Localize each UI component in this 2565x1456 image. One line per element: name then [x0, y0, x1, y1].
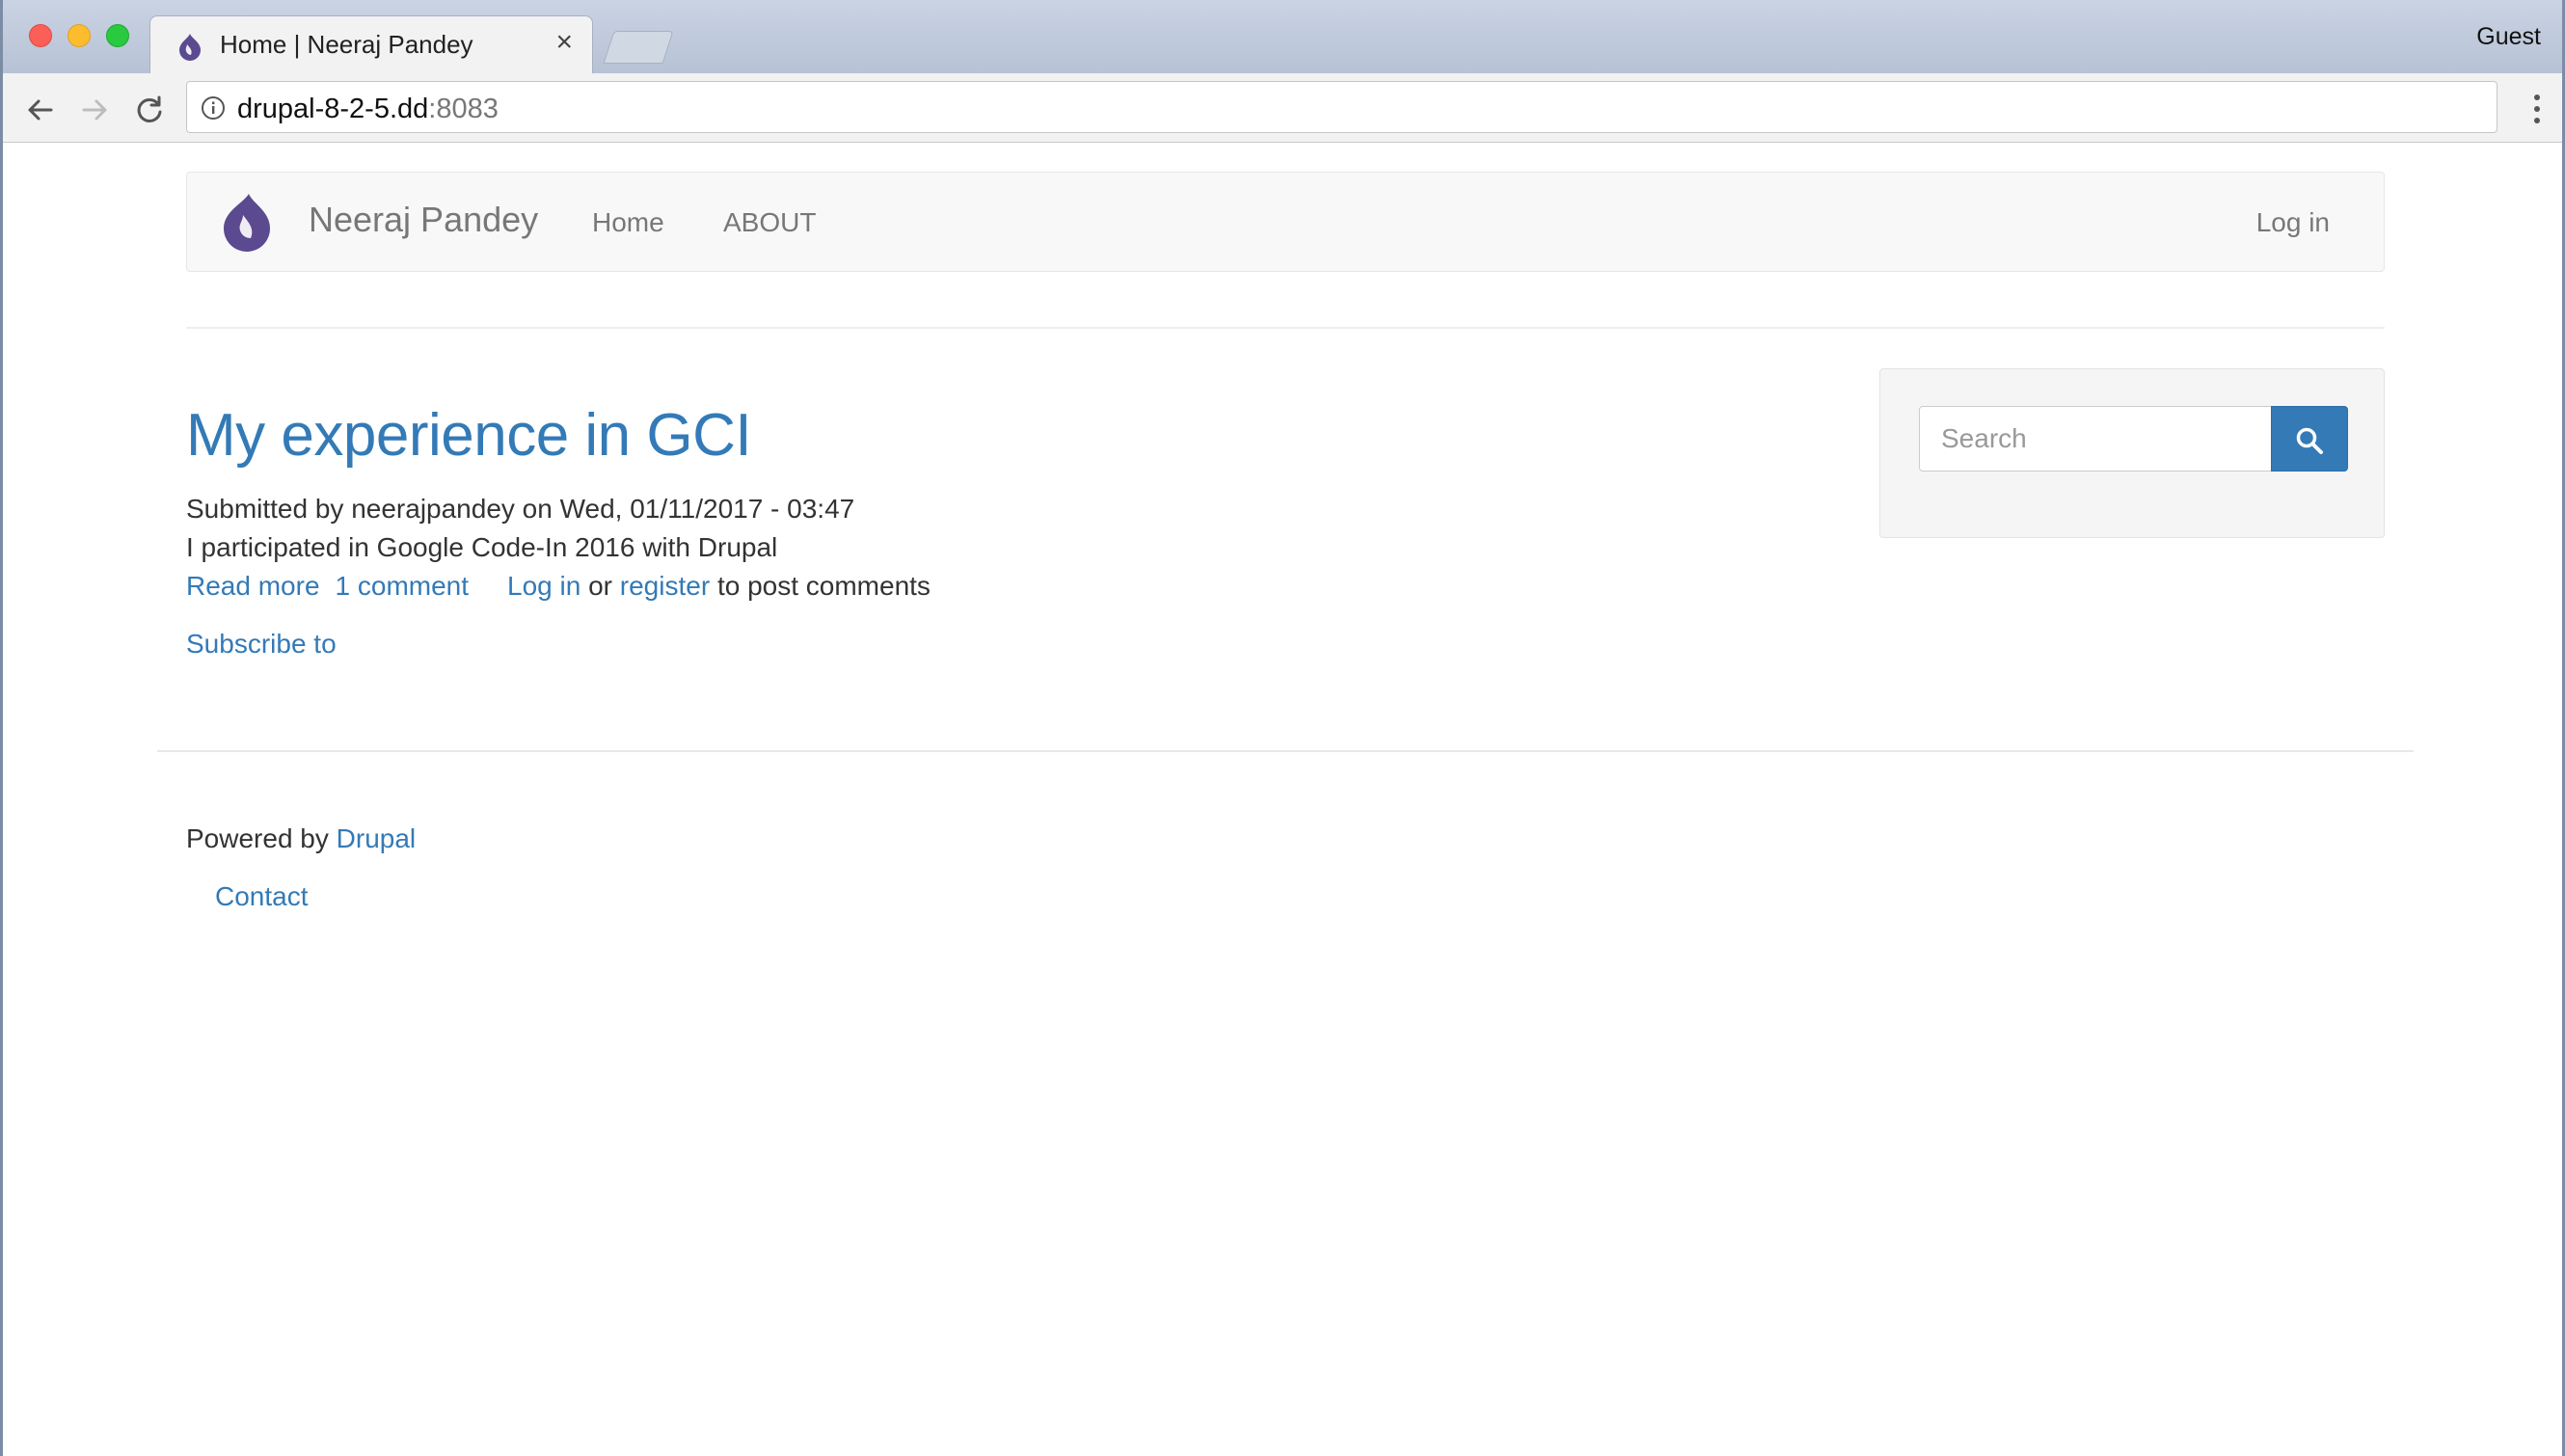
post-comments-text: to post comments: [716, 571, 931, 601]
reload-icon[interactable]: [132, 93, 167, 127]
article-links: Read more 1 comment Log in or register to …: [186, 571, 931, 602]
page-content: Neeraj Pandey Home ABOUT Log in My exper…: [3, 143, 2562, 1456]
address-bar[interactable]: drupal-8-2-5.dd:8083: [186, 81, 2498, 133]
profile-button[interactable]: Guest: [2476, 23, 2541, 51]
tab-close-icon[interactable]: ×: [555, 28, 573, 57]
drupal-drop-icon: [179, 34, 201, 61]
read-more-link[interactable]: Read more: [186, 571, 320, 601]
nav-home-link[interactable]: Home: [592, 207, 664, 238]
or-text: or: [588, 571, 612, 601]
tab-strip: Home | Neeraj Pandey × Guest: [3, 0, 2562, 73]
search-input[interactable]: [1919, 406, 2272, 472]
site-navbar: Neeraj Pandey Home ABOUT Log in: [186, 172, 2385, 272]
subscribe-link[interactable]: Subscribe to: [186, 629, 337, 660]
drupal-drop-icon[interactable]: [220, 192, 274, 254]
minimize-window-button[interactable]: [68, 24, 91, 47]
browser-window: Home | Neeraj Pandey × Guest drupal-8-2-…: [0, 0, 2565, 1456]
article-title-link[interactable]: My experience in GCI: [186, 401, 752, 470]
info-icon[interactable]: [201, 95, 226, 121]
maximize-window-button[interactable]: [106, 24, 129, 47]
comment-login-link[interactable]: Log in: [507, 571, 580, 601]
search-block: [1879, 368, 2385, 538]
forward-arrow-icon[interactable]: [78, 93, 113, 127]
close-window-button[interactable]: [29, 24, 52, 47]
article-submitted: Submitted by neerajpandey on Wed, 01/11/…: [186, 494, 855, 524]
tab-title: Home | Neeraj Pandey: [220, 30, 473, 59]
magnifier-icon: [2296, 427, 2323, 454]
browser-toolbar: drupal-8-2-5.dd:8083: [3, 73, 2562, 143]
menu-dots-icon[interactable]: [2531, 93, 2543, 125]
powered-by-text: Powered by: [186, 823, 329, 853]
powered-by: Powered by Drupal: [186, 823, 416, 854]
nav-login-link[interactable]: Log in: [2256, 207, 2330, 238]
footer-divider: [157, 750, 2414, 752]
url-host: drupal-8-2-5.dd: [237, 94, 429, 124]
drupal-link[interactable]: Drupal: [337, 823, 416, 853]
new-tab-button[interactable]: [603, 31, 674, 64]
search-button[interactable]: [2271, 406, 2348, 472]
url-text: drupal-8-2-5.dd:8083: [237, 94, 499, 125]
divider: [186, 327, 2385, 329]
contact-link[interactable]: Contact: [215, 881, 309, 912]
tab-active[interactable]: Home | Neeraj Pandey ×: [149, 15, 593, 73]
url-port: :8083: [428, 94, 499, 124]
back-arrow-icon[interactable]: [22, 93, 57, 127]
register-link[interactable]: register: [620, 571, 710, 601]
comments-link[interactable]: 1 comment: [336, 571, 470, 601]
nav-about-link[interactable]: ABOUT: [723, 207, 816, 238]
article-summary: I participated in Google Code-In 2016 wi…: [186, 532, 778, 562]
site-name-link[interactable]: Neeraj Pandey: [309, 200, 538, 240]
